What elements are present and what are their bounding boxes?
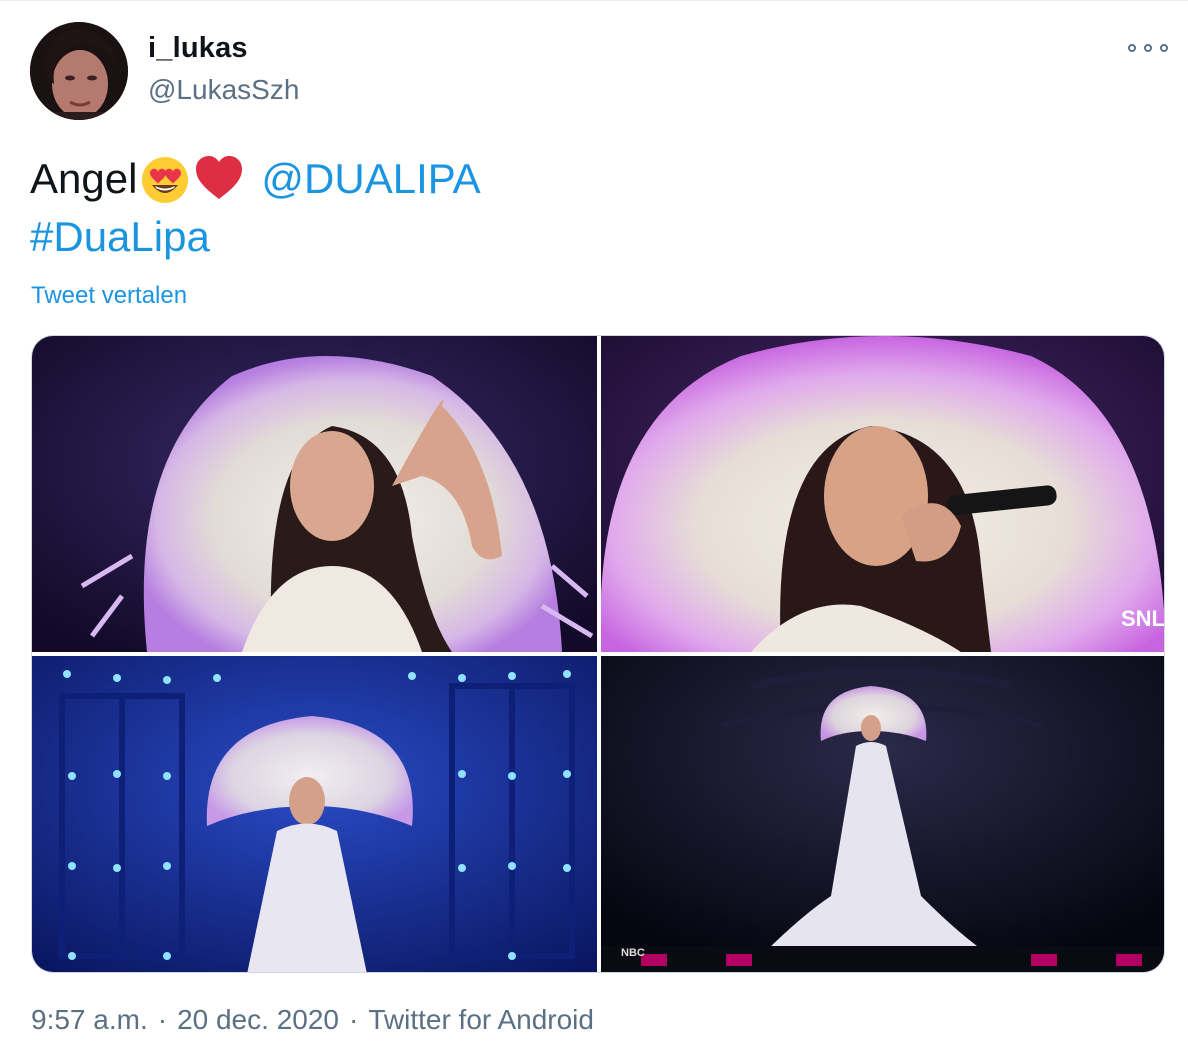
snl-watermark: SNL: [1121, 606, 1165, 631]
tweet-time[interactable]: 9:57 a.m.: [31, 1004, 148, 1035]
tweet-text-prefix: Angel: [30, 155, 138, 202]
translate-tweet-link[interactable]: Tweet vertalen: [31, 282, 187, 310]
media-grid: SNL NBC: [31, 335, 1165, 973]
user-handle[interactable]: @LukasSzh: [148, 74, 299, 106]
photo-1[interactable]: [32, 336, 597, 652]
more-options-icon[interactable]: [1128, 38, 1168, 58]
mention-link[interactable]: @DUALIPA: [261, 150, 480, 208]
photo-4[interactable]: NBC: [601, 656, 1164, 972]
dot: [1128, 44, 1136, 52]
separator: ·: [157, 1004, 168, 1035]
photo-2[interactable]: SNL: [601, 336, 1165, 652]
divider: [0, 0, 1188, 1]
dot: [1160, 44, 1168, 52]
tweet: i_lukas @LukasSzh Angel @DUALIPA #DuaLip…: [0, 0, 1188, 1064]
dot: [1144, 44, 1152, 52]
tweet-text: Angel @DUALIPA #DuaLipa: [30, 150, 1150, 266]
heart-eyes-emoji-icon: [142, 157, 189, 203]
display-name[interactable]: i_lukas: [148, 32, 248, 65]
nbc-watermark: NBC: [621, 947, 645, 959]
photo-3[interactable]: [32, 656, 597, 972]
tweet-source-link[interactable]: Twitter for Android: [368, 1004, 594, 1035]
separator: ·: [348, 1004, 359, 1035]
tweet-meta: 9:57 a.m. · 20 dec. 2020 · Twitter for Andro…: [31, 1004, 594, 1036]
tweet-date[interactable]: 20 dec. 2020: [177, 1004, 339, 1035]
avatar[interactable]: [30, 22, 128, 120]
red-heart-emoji-icon: [196, 156, 243, 199]
hashtag-link[interactable]: #DuaLipa: [30, 208, 210, 266]
